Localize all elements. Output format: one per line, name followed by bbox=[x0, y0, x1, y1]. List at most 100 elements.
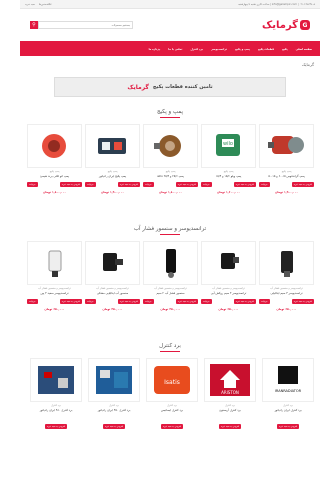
product-price: ۱,۹۰۰,۰۰۰ تومان bbox=[100, 190, 125, 194]
add-to-cart-button[interactable]: افزودن به سبد خرید bbox=[175, 182, 198, 187]
search-icon[interactable]: ⚲ bbox=[30, 21, 38, 29]
product-card[interactable]: wilo پمپ پکیج پمپ ویلو ۱۵/۶ و ۱۵/۴ افزود… bbox=[201, 124, 256, 194]
nav-package[interactable]: پکیج bbox=[278, 47, 292, 51]
product-name[interactable]: برد کنترل آریستون bbox=[204, 408, 256, 412]
product-name[interactable]: ترانسدیوسر ۳ سیم روکش آبی bbox=[201, 291, 256, 297]
add-to-cart-button[interactable]: افزودن به سبد خرید bbox=[291, 299, 314, 304]
product-card[interactable]: پمپ پکیج پمپ پکیج ایران رادیاتور افزودن … bbox=[85, 124, 140, 194]
add-to-cart-button[interactable]: افزودن به سبد خرید bbox=[44, 424, 68, 429]
nav-boards[interactable]: برد کنترل bbox=[186, 47, 207, 51]
product-name[interactable]: سنسور آب ایتالیایی مشکی bbox=[85, 291, 140, 297]
breadcrumb[interactable]: گرمایک bbox=[20, 56, 320, 69]
product-image[interactable] bbox=[27, 241, 82, 285]
cart-link[interactable]: سبد خرید bbox=[25, 3, 35, 6]
product-card[interactable]: ترانسدیوسر و سنسور فشار آب ترانسدیوسر ۳ … bbox=[201, 241, 256, 311]
product-category: پمپ پکیج bbox=[281, 170, 292, 173]
product-card[interactable]: Isatis برد کنترل برد کنترل ایساتیس افزود… bbox=[146, 358, 198, 431]
product-price: ۱,۶۰۰,۰۰۰ تومان bbox=[216, 190, 241, 194]
product-card[interactable]: IRANRADIATOR برد کنترل برد کنترل ایران ر… bbox=[262, 358, 314, 431]
product-card[interactable]: پمپ پکیج پمپ اتو لکتی برند شیمئ افزودن ب… bbox=[27, 124, 82, 194]
product-name[interactable]: برد کنترل ایران رادیاتور bbox=[262, 408, 314, 412]
nav-about[interactable]: درباره ما bbox=[145, 47, 165, 51]
product-image[interactable]: Isatis bbox=[146, 358, 198, 402]
product-card[interactable]: ترانسدیوسر و سنسور فشار آب سنسور فشار آب… bbox=[143, 241, 198, 311]
nav-transducer[interactable]: ترانسدیوسر bbox=[207, 47, 231, 51]
product-image[interactable]: IRANRADIATOR bbox=[262, 358, 314, 402]
product-card[interactable]: پمپ پکیج پمپ گراندفوس ۱۵-۶۰ و ۱۵-۵۰ افزو… bbox=[259, 124, 314, 194]
add-to-cart-button[interactable]: افزودن به سبد خرید bbox=[117, 299, 140, 304]
nav-contact[interactable]: تماس با ما bbox=[164, 47, 186, 51]
promo-banner[interactable]: گرمایک تامین کننده قطعات پکیج bbox=[54, 77, 286, 97]
product-category: پمپ پکیج bbox=[107, 170, 118, 173]
add-to-cart-button[interactable]: افزودن به سبد خرید bbox=[175, 299, 198, 304]
nav-package-parts[interactable]: قطعات پکیج bbox=[254, 47, 278, 51]
site-logo[interactable]: گرمایک G bbox=[262, 20, 310, 31]
product-card[interactable]: ترانسدیوسر و سنسور فشار آب ترانسدیوسر ۳ … bbox=[259, 241, 314, 311]
details-button[interactable]: جزئیات bbox=[85, 299, 96, 304]
product-image[interactable] bbox=[85, 124, 140, 168]
product-card[interactable]: ترانسدیوسر و سنسور فشار آب سنسور آب ایتا… bbox=[85, 241, 140, 311]
product-image[interactable]: ARISTON bbox=[204, 358, 256, 402]
main-nav: صفحه اصلی پکیج قطعات پکیج پمپ و پکیج ترا… bbox=[20, 41, 320, 56]
details-button[interactable]: جزئیات bbox=[27, 182, 38, 187]
add-to-cart-button[interactable]: افزودن به سبد خرید bbox=[160, 424, 184, 429]
product-name[interactable]: برد کنترل ۴۵۰ ایران رادیاتور bbox=[88, 408, 140, 412]
product-image[interactable] bbox=[88, 358, 140, 402]
title-divider bbox=[160, 117, 180, 118]
product-category: برد کنترل bbox=[283, 404, 293, 407]
product-name[interactable]: پمپ گراندفوس ۱۵-۶۰ و ۱۵-۵۰ bbox=[259, 174, 314, 180]
section-title-pumps: پمپ و پکیج bbox=[20, 109, 320, 118]
product-name[interactable]: برد کنترل ۴۸۰ ایران رادیاتور bbox=[30, 408, 82, 412]
details-button[interactable]: جزئیات bbox=[143, 299, 154, 304]
add-to-cart-button[interactable]: افزودن به سبد خرید bbox=[233, 299, 256, 304]
product-name[interactable]: پمپ ویلو ۱۵/۶ و ۱۵/۴ bbox=[201, 174, 256, 180]
title-divider bbox=[160, 234, 180, 235]
product-card[interactable]: برد کنترل برد کنترل ۴۸۰ ایران رادیاتور ا… bbox=[30, 358, 82, 431]
details-button[interactable]: جزئیات bbox=[27, 299, 38, 304]
details-button[interactable]: جزئیات bbox=[259, 182, 270, 187]
product-name[interactable]: پمپ اتو لکتی برند شیمئ bbox=[27, 174, 82, 180]
details-button[interactable]: جزئیات bbox=[201, 299, 212, 304]
product-name[interactable]: سنسور فشار آب ۲ سیم bbox=[143, 291, 198, 297]
add-to-cart-button[interactable]: افزودن به سبد خرید bbox=[291, 182, 314, 187]
product-image[interactable]: wilo bbox=[201, 124, 256, 168]
product-category: پمپ پکیج bbox=[49, 170, 60, 173]
product-image[interactable] bbox=[143, 124, 198, 168]
add-to-cart-button[interactable]: افزودن به سبد خرید bbox=[59, 299, 82, 304]
product-card[interactable]: پمپ پکیج پمپ ۲۵/۶ و ۲۵/۴ wilo افزودن به … bbox=[143, 124, 198, 194]
product-image[interactable] bbox=[201, 241, 256, 285]
svg-text:Isatis: Isatis bbox=[164, 379, 180, 386]
search-input[interactable] bbox=[38, 21, 133, 29]
add-to-cart-button[interactable]: افزودن به سبد خرید bbox=[276, 424, 300, 429]
details-button[interactable]: جزئیات bbox=[201, 182, 212, 187]
banner-slogan: تامین کننده قطعات پکیج bbox=[152, 84, 213, 90]
product-name[interactable]: ترانسدیوسر ۳ سیم ایتالیایی bbox=[259, 291, 314, 297]
favorites-link[interactable]: علاقه‌مندی‌ها bbox=[39, 3, 52, 6]
product-image[interactable] bbox=[30, 358, 82, 402]
add-to-cart-button[interactable]: افزودن به سبد خرید bbox=[59, 182, 82, 187]
product-card[interactable]: برد کنترل برد کنترل ۴۵۰ ایران رادیاتور ا… bbox=[88, 358, 140, 431]
add-to-cart-button[interactable]: افزودن به سبد خرید bbox=[218, 424, 242, 429]
add-to-cart-button[interactable]: افزودن به سبد خرید bbox=[233, 182, 256, 187]
product-card[interactable]: ترانسدیوسر و سنسور فشار آب ترانسدیوسر سف… bbox=[27, 241, 82, 311]
product-name[interactable]: ترانسدیوسر سفید ۳ پین bbox=[27, 291, 82, 297]
header: گرمایک G ⚲ bbox=[20, 9, 320, 41]
product-image[interactable] bbox=[85, 241, 140, 285]
product-name[interactable]: پمپ ۲۵/۶ و ۲۵/۴ wilo bbox=[143, 174, 198, 180]
product-card[interactable]: ARISTON برد کنترل برد کنترل آریستون افزو… bbox=[204, 358, 256, 431]
product-image[interactable] bbox=[27, 124, 82, 168]
nav-home[interactable]: صفحه اصلی bbox=[292, 47, 316, 51]
product-image[interactable] bbox=[143, 241, 198, 285]
add-to-cart-button[interactable]: افزودن به سبد خرید bbox=[102, 424, 126, 429]
details-button[interactable]: جزئیات bbox=[259, 299, 270, 304]
product-name[interactable]: برد کنترل ایساتیس bbox=[146, 408, 198, 412]
product-name[interactable]: پمپ پکیج ایران رادیاتور bbox=[85, 174, 140, 180]
product-image[interactable] bbox=[259, 241, 314, 285]
product-price: ۱,۸۰۰,۰۰۰ تومان bbox=[158, 190, 183, 194]
details-button[interactable]: جزئیات bbox=[85, 182, 96, 187]
add-to-cart-button[interactable]: افزودن به سبد خرید bbox=[117, 182, 140, 187]
product-image[interactable] bbox=[259, 124, 314, 168]
nav-pumps[interactable]: پمپ و پکیج bbox=[231, 47, 254, 51]
product-category: ترانسدیوسر و سنسور فشار آب bbox=[96, 287, 129, 290]
details-button[interactable]: جزئیات bbox=[143, 182, 154, 187]
